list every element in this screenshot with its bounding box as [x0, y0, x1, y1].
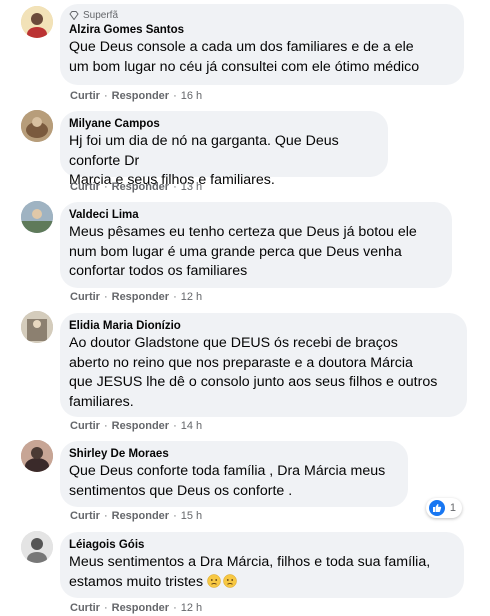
timestamp[interactable]: 12 h [181, 602, 202, 614]
comment-text: Meus pêsames eu tenho certeza que Deus j… [69, 224, 417, 279]
timestamp[interactable]: 15 h [181, 510, 202, 522]
separator: · [173, 602, 177, 614]
separator: · [103, 602, 108, 614]
avatar[interactable] [21, 201, 53, 233]
timestamp[interactable]: 14 h [181, 420, 202, 432]
reaction-count[interactable]: 1 [425, 498, 462, 518]
reply-link[interactable]: Responder [112, 181, 169, 193]
separator: · [173, 510, 177, 522]
like-link[interactable]: Curtir [70, 510, 100, 522]
separator: · [173, 291, 177, 303]
comment-text: Que Deus conforte toda família , Dra Már… [69, 463, 386, 499]
comment-actions: Curtir · Responder · 12 h [70, 291, 202, 303]
comment-text: Ao doutor Gladstone que DEUS ós recebi d… [69, 335, 438, 410]
comment-bubble: Shirley De Moraes Que Deus conforte toda… [60, 441, 408, 507]
separator: · [173, 90, 177, 102]
timestamp[interactable]: 12 h [181, 291, 202, 303]
comment-bubble: Léiagois Góis Meus sentimentos a Dra Már… [60, 532, 464, 598]
comment-actions: Curtir · Responder · 14 h [70, 420, 202, 432]
avatar[interactable] [21, 6, 53, 38]
like-reaction-icon [428, 500, 445, 516]
reply-link[interactable]: Responder [112, 291, 169, 303]
comment-text: Meus sentimentos a Dra Márcia, filhos e … [69, 553, 452, 592]
commenter-name[interactable]: Shirley De Moraes [69, 447, 396, 462]
comment-actions: Curtir · Responder · 16 h [70, 90, 202, 102]
comment-actions: Curtir · Responder · 15 h [70, 510, 202, 522]
avatar[interactable] [21, 531, 53, 563]
sad-face-emoji-icon [223, 573, 237, 588]
comment-bubble: Elidia Maria Dionízio Ao doutor Gladston… [60, 313, 467, 417]
comment-actions: Curtir · Responder · 12 h [70, 602, 202, 614]
sad-face-emoji-icon [207, 573, 221, 588]
avatar[interactable] [21, 110, 53, 142]
superfan-badge: Superfã [69, 10, 452, 21]
timestamp[interactable]: 13 h [181, 181, 202, 193]
timestamp[interactable]: 16 h [181, 90, 202, 102]
separator: · [173, 181, 177, 193]
separator: · [103, 181, 108, 193]
commenter-name[interactable]: Valdeci Lima [69, 208, 440, 223]
avatar[interactable] [21, 311, 53, 343]
separator: · [103, 510, 108, 522]
reaction-count-value: 1 [449, 502, 456, 514]
reply-link[interactable]: Responder [112, 602, 169, 614]
comment-text-body: Meus sentimentos a Dra Márcia, filhos e … [69, 554, 431, 590]
separator: · [103, 90, 108, 102]
comment-actions: Curtir · Responder · 13 h [70, 181, 202, 193]
comment-text: Que Deus console a cada um dos familiare… [69, 39, 420, 75]
like-link[interactable]: Curtir [70, 181, 100, 193]
reply-link[interactable]: Responder [112, 420, 169, 432]
comment-bubble: Milyane Campos Hj foi um dia de nó na ga… [60, 111, 388, 188]
comment-bubble: Superfã Alzira Gomes Santos Que Deus con… [60, 4, 464, 85]
like-link[interactable]: Curtir [70, 90, 100, 102]
commenter-name[interactable]: Alzira Gomes Santos [69, 23, 452, 38]
comment-bubble: Valdeci Lima Meus pêsames eu tenho certe… [60, 202, 452, 288]
commenter-name[interactable]: Milyane Campos [69, 117, 376, 132]
diamond-icon [69, 11, 79, 20]
like-link[interactable]: Curtir [70, 291, 100, 303]
reply-link[interactable]: Responder [112, 90, 169, 102]
badge-label: Superfã [83, 10, 119, 21]
separator: · [103, 420, 108, 432]
commenter-name[interactable]: Léiagois Góis [69, 538, 452, 553]
separator: · [173, 420, 177, 432]
separator: · [103, 291, 108, 303]
like-link[interactable]: Curtir [70, 420, 100, 432]
like-link[interactable]: Curtir [70, 602, 100, 614]
reply-link[interactable]: Responder [112, 510, 169, 522]
avatar[interactable] [21, 440, 53, 472]
commenter-name[interactable]: Elidia Maria Dionízio [69, 319, 455, 334]
